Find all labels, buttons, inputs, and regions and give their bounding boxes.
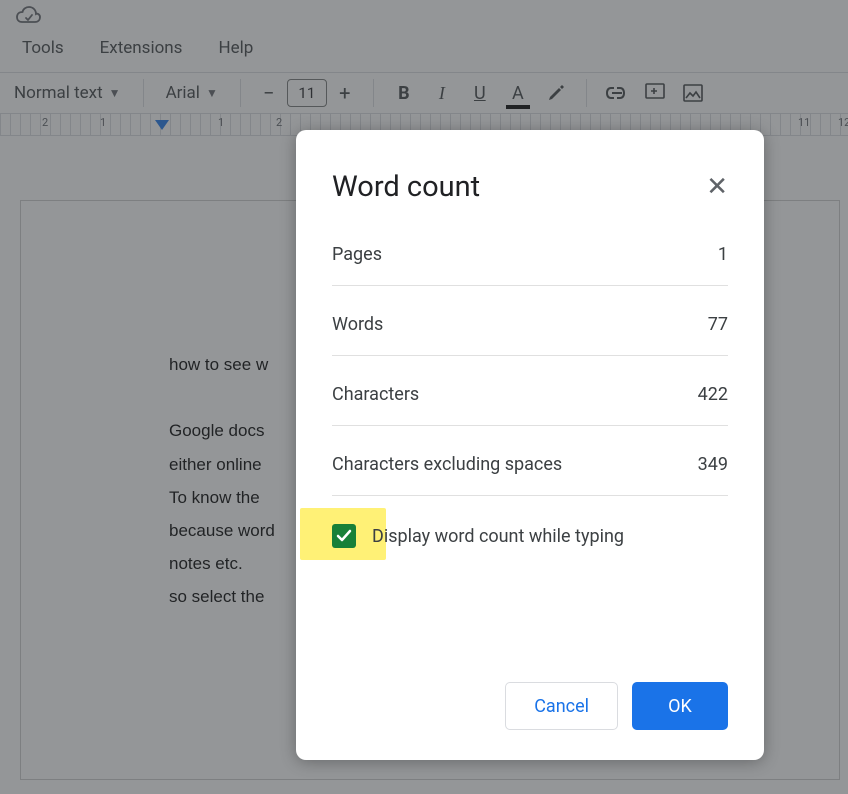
check-icon [336, 529, 352, 543]
ok-button[interactable]: OK [632, 682, 728, 730]
stat-label: Characters excluding spaces [332, 454, 562, 475]
close-icon[interactable]: ✕ [706, 172, 728, 202]
stat-label: Pages [332, 244, 382, 265]
stat-label: Characters [332, 384, 419, 405]
stat-value: 77 [708, 314, 728, 335]
stat-value: 1 [718, 244, 728, 265]
display-while-typing-label: Display word count while typing [372, 526, 624, 547]
display-while-typing-row[interactable]: Display word count while typing [332, 524, 728, 548]
dialog-title: Word count [332, 170, 480, 204]
display-while-typing-checkbox[interactable] [332, 524, 356, 548]
stat-value: 422 [698, 384, 728, 405]
cancel-button[interactable]: Cancel [505, 682, 618, 730]
word-count-dialog: Word count ✕ Pages 1 Words 77 Characters… [296, 130, 764, 760]
stat-characters: Characters 422 [332, 384, 728, 426]
stat-words: Words 77 [332, 314, 728, 356]
stat-pages: Pages 1 [332, 244, 728, 286]
stat-characters-no-spaces: Characters excluding spaces 349 [332, 454, 728, 496]
stat-label: Words [332, 314, 383, 335]
stat-value: 349 [698, 454, 728, 475]
